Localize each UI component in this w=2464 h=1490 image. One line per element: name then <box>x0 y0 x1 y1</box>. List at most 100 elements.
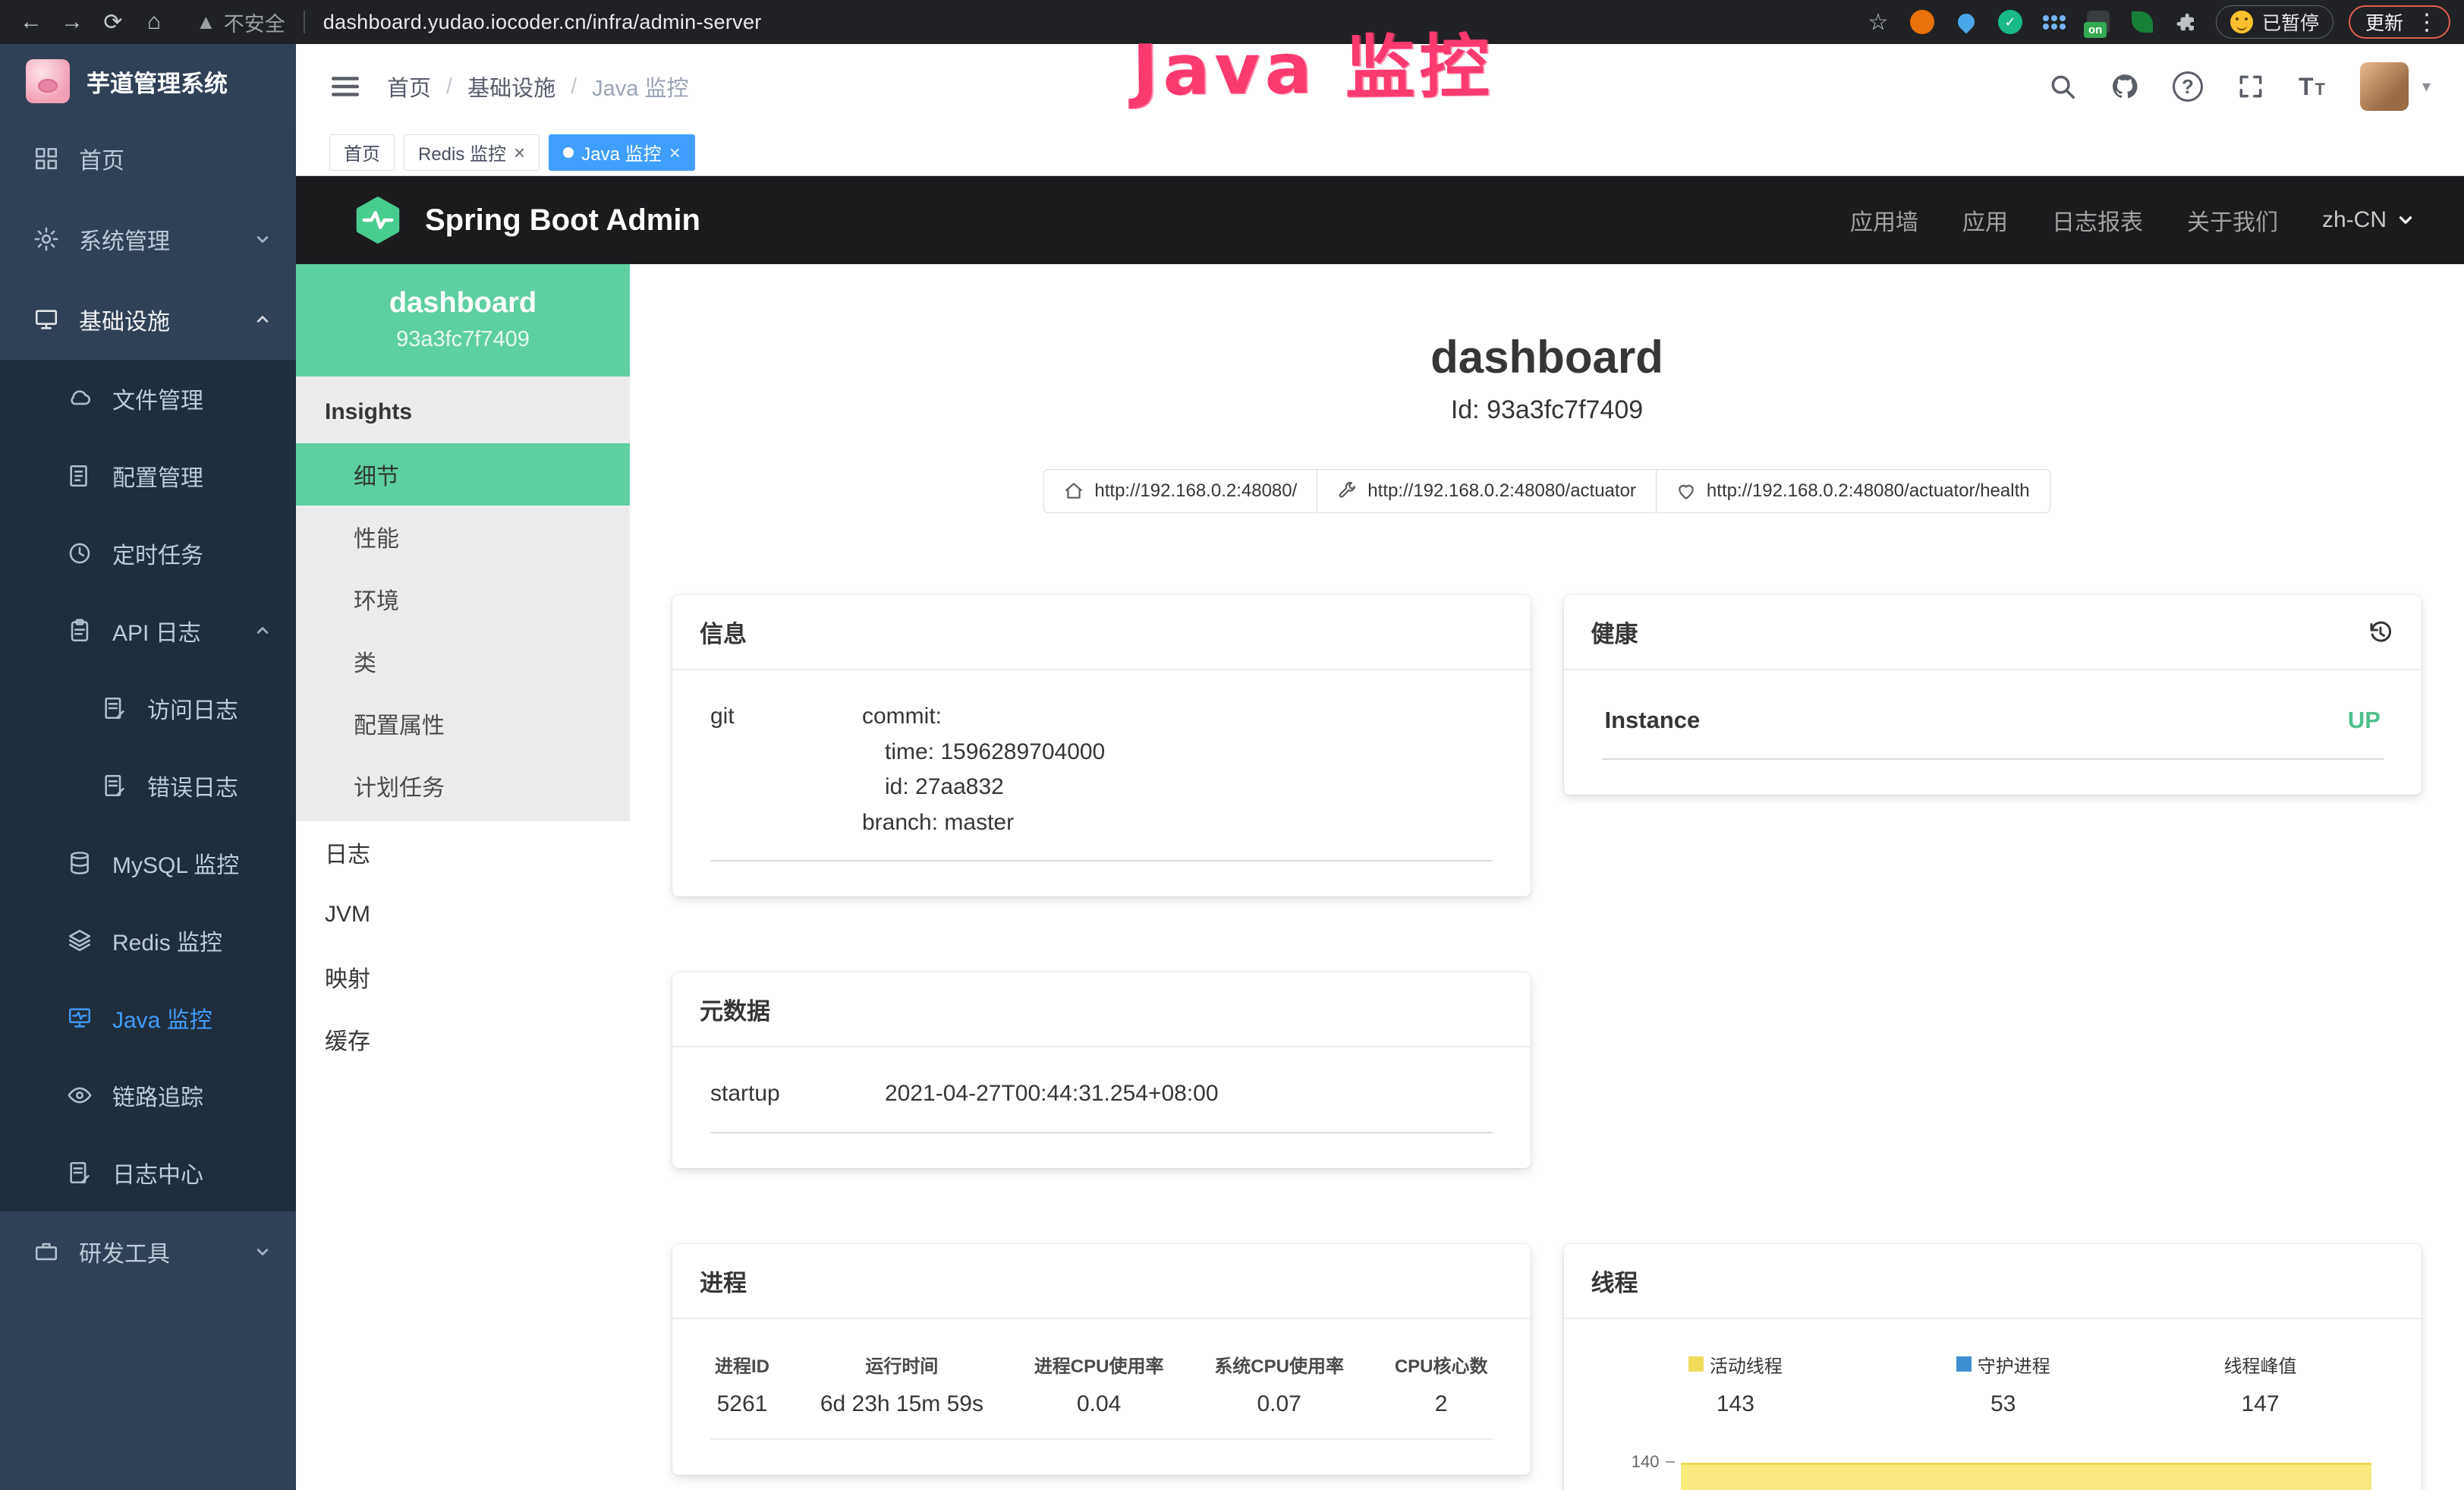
sidebar-title: 芋道管理系统 <box>87 65 228 99</box>
home-icon[interactable]: ⌂ <box>137 5 172 39</box>
status-badge: UP <box>2348 707 2381 734</box>
search-icon[interactable] <box>2048 72 2077 101</box>
avatar-caret-icon: ▾ <box>2422 77 2431 96</box>
reload-icon[interactable]: ⟳ <box>96 5 131 39</box>
sba-menu-caches[interactable]: 缓存 <box>296 1008 630 1070</box>
process-col-value: 2 <box>1395 1391 1488 1417</box>
tab-label: Redis 监控 <box>418 139 506 165</box>
tab-label: 首页 <box>344 139 380 165</box>
pig-logo-icon <box>26 59 70 103</box>
extension-on-toggle[interactable]: on <box>2084 8 2113 36</box>
sba-nav-journal[interactable]: 日志报表 <box>2052 203 2143 237</box>
breadcrumb-home[interactable]: 首页 <box>387 71 431 102</box>
metadata-card-title: 元数据 <box>700 992 770 1026</box>
endpoint-url: http://192.168.0.2:48080/actuator <box>1367 480 1636 502</box>
endpoint-health-button[interactable]: http://192.168.0.2:48080/actuator/health <box>1656 469 2050 513</box>
sidebar-logo[interactable]: 芋道管理系统 <box>0 44 296 118</box>
sba-nav-applications[interactable]: 应用 <box>1962 203 2008 237</box>
github-icon[interactable] <box>2110 72 2139 101</box>
extension-leaf-icon[interactable] <box>2128 8 2157 36</box>
process-col-uptime: 运行时间 6d 23h 15m 59s <box>820 1351 983 1417</box>
sba-menu-environment[interactable]: 环境 <box>296 568 630 630</box>
endpoint-actuator-button[interactable]: http://192.168.0.2:48080/actuator <box>1317 469 1657 513</box>
sba-menu-classes[interactable]: 类 <box>296 630 630 692</box>
threads-card-title: 线程 <box>1591 1264 1638 1298</box>
sba-language-value: zh-CN <box>2322 207 2387 233</box>
sba-menu-scheduled-tasks[interactable]: 计划任务 <box>296 754 630 817</box>
tab-home[interactable]: 首页 <box>329 134 395 171</box>
sba-language-select[interactable]: zh-CN <box>2322 207 2415 233</box>
endpoint-home-button[interactable]: http://192.168.0.2:48080/ <box>1043 469 1317 513</box>
sba-sidebar: dashboard 93a3fc7f7409 Insights 细节 性能 环境… <box>296 264 630 1490</box>
extension-drop-icon[interactable] <box>1952 8 1981 36</box>
sidebar-item-api-log[interactable]: API 日志 <box>0 592 296 669</box>
legend-peak-threads: 线程峰值 147 <box>2224 1351 2297 1417</box>
monitor-icon <box>33 307 59 332</box>
sidebar-item-system-management[interactable]: 系统管理 <box>0 199 296 279</box>
sidebar-item-java-monitor[interactable]: Java 监控 <box>0 979 296 1057</box>
close-icon[interactable]: × <box>669 143 681 162</box>
sba-menu-mappings[interactable]: 映射 <box>296 946 630 1008</box>
sidebar-item-label: 链路追踪 <box>112 1079 203 1112</box>
sidebar-item-dev-tools[interactable]: 研发工具 <box>0 1211 296 1292</box>
tab-java-monitor[interactable]: Java 监控 × <box>549 134 695 171</box>
avatar[interactable] <box>2360 62 2409 111</box>
extensions-puzzle-icon[interactable] <box>2172 8 2201 36</box>
history-icon[interactable] <box>2367 619 2394 646</box>
breadcrumb-infrastructure[interactable]: 基础设施 <box>467 71 555 102</box>
sidebar-item-infrastructure[interactable]: 基础设施 <box>0 279 296 360</box>
sidebar-item-file-management[interactable]: 文件管理 <box>0 360 296 437</box>
process-col-value: 6d 23h 15m 59s <box>820 1391 983 1417</box>
process-col-label: 系统CPU使用率 <box>1214 1351 1344 1378</box>
info-git-value: commit: time: 1596289704000 id: 27aa832 … <box>862 699 1105 840</box>
process-col-pid: 进程ID 5261 <box>715 1351 769 1417</box>
fullscreen-icon[interactable] <box>2236 72 2265 101</box>
sidebar-item-error-log[interactable]: 错误日志 <box>0 747 296 824</box>
sba-menu-log[interactable]: 日志 <box>296 821 630 884</box>
eye-icon <box>67 1082 93 1108</box>
document-pencil-icon <box>102 695 127 721</box>
sidebar-item-scheduled-jobs[interactable]: 定时任务 <box>0 515 296 592</box>
sba-nav-about[interactable]: 关于我们 <box>2187 203 2278 237</box>
sidebar-item-tracing[interactable]: 链路追踪 <box>0 1057 296 1134</box>
address-bar[interactable]: ▲ 不安全 dashboard.yudao.iocoder.cn/infra/a… <box>196 8 762 37</box>
chevron-up-icon <box>252 620 273 641</box>
sba-menu-jvm[interactable]: JVM <box>296 884 630 946</box>
infrastructure-submenu: 文件管理 配置管理 定时任务 API 日志 访问日志 <box>0 360 296 1211</box>
bookmark-star-icon[interactable]: ☆ <box>1864 8 1893 36</box>
sidebar-item-access-log[interactable]: 访问日志 <box>0 669 296 747</box>
sba-menu-details[interactable]: 细节 <box>296 443 630 506</box>
sba-logo-icon[interactable] <box>354 196 402 244</box>
browser-menu-kebab-icon[interactable]: ⋮ <box>2415 9 2438 36</box>
health-instance-row: Instance UP <box>1602 699 2384 760</box>
sidebar-item-log-center[interactable]: 日志中心 <box>0 1134 296 1211</box>
chevron-down-icon <box>252 1241 273 1262</box>
tab-redis-monitor[interactable]: Redis 监控 × <box>404 134 540 171</box>
sba-menu-metrics[interactable]: 性能 <box>296 506 630 568</box>
close-icon[interactable]: × <box>514 143 525 162</box>
sba-nav-wallboard[interactable]: 应用墙 <box>1850 203 1918 237</box>
extension-grid-icon[interactable] <box>2040 8 2069 36</box>
sba-brand[interactable]: Spring Boot Admin <box>425 203 700 238</box>
sidebar-item-mysql-monitor[interactable]: MySQL 监控 <box>0 824 296 902</box>
back-icon[interactable]: ← <box>14 5 49 39</box>
forward-icon[interactable]: → <box>55 5 90 39</box>
sba-menu-config-props[interactable]: 配置属性 <box>296 692 630 754</box>
process-col-label: CPU核心数 <box>1395 1351 1488 1378</box>
legend-yellow-swatch <box>1688 1356 1704 1372</box>
help-icon[interactable]: ? <box>2173 71 2203 102</box>
sidebar-item-label: 研发工具 <box>79 1235 170 1268</box>
font-size-icon[interactable]: TT <box>2299 73 2327 101</box>
extension-teal-icon[interactable]: ✓ <box>1996 8 2025 36</box>
update-button[interactable]: 更新 ⋮ <box>2349 5 2450 39</box>
sidebar-item-home[interactable]: 首页 <box>0 118 296 199</box>
url-text[interactable]: dashboard.yudao.iocoder.cn/infra/admin-s… <box>323 11 762 34</box>
active-dot <box>563 147 574 158</box>
instance-header[interactable]: dashboard 93a3fc7f7409 <box>296 264 630 376</box>
security-warning[interactable]: ▲ 不安全 <box>196 8 285 37</box>
extension-fox-icon[interactable] <box>1908 8 1937 36</box>
sidebar-item-redis-monitor[interactable]: Redis 监控 <box>0 902 296 979</box>
sidebar-item-config-management[interactable]: 配置管理 <box>0 437 296 515</box>
hamburger-icon[interactable] <box>329 71 361 102</box>
paused-badge[interactable]: 已暂停 <box>2216 5 2333 39</box>
